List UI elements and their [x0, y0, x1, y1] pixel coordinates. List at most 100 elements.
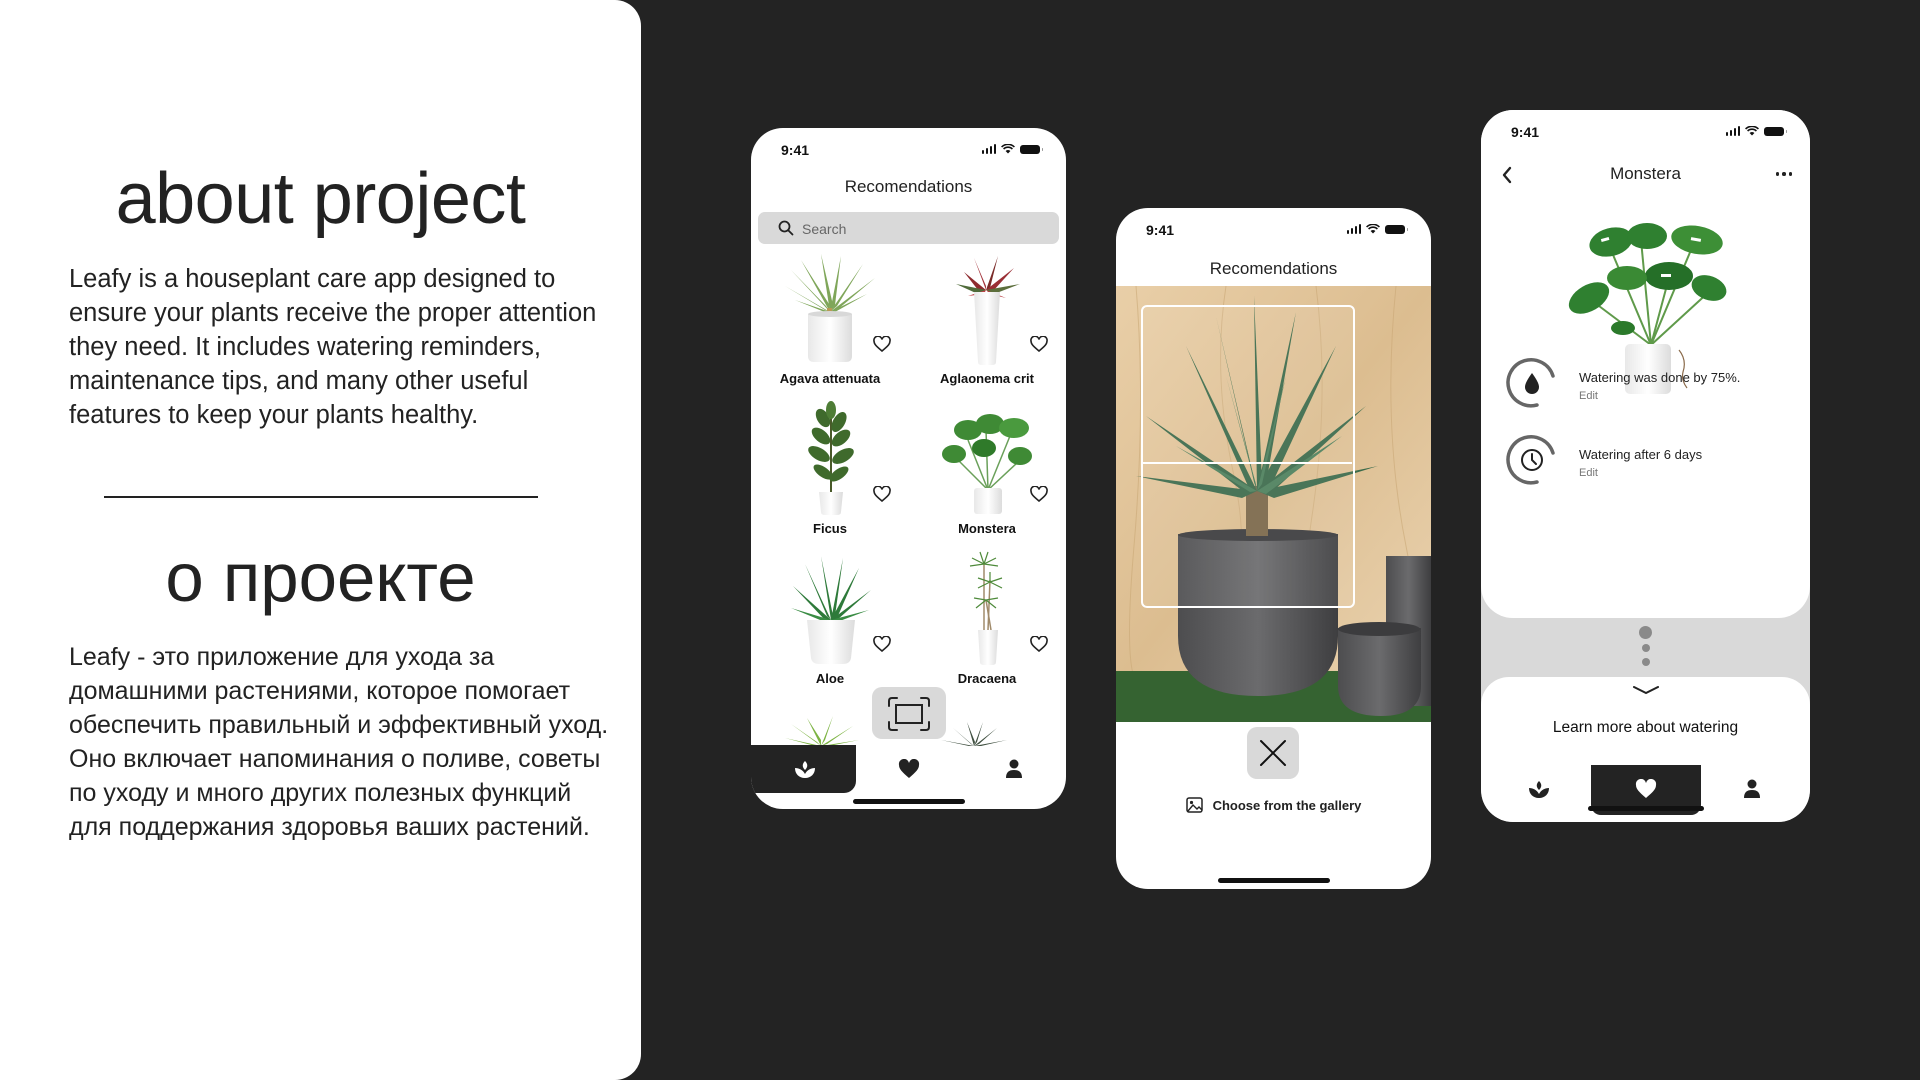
battery-icon: [1764, 126, 1787, 136]
scan-frame-icon: [888, 697, 930, 731]
plant-image-monstera: [942, 414, 1032, 514]
search-icon: [778, 220, 794, 236]
search-placeholder: Search: [802, 221, 847, 237]
heart-icon: [898, 759, 920, 778]
stat-text: Watering was done by 75%.: [1579, 370, 1741, 385]
plant-card[interactable]: Dracaena: [908, 550, 1066, 690]
plant-image-agava: [785, 254, 875, 362]
clock-icon: [1521, 449, 1543, 471]
close-button[interactable]: [1247, 727, 1299, 779]
gallery-label: Choose from the gallery: [1212, 797, 1362, 813]
edit-link[interactable]: Edit: [1579, 467, 1598, 479]
plant-image-fern: [785, 716, 859, 746]
heart-outline-icon[interactable]: [873, 336, 891, 352]
user-icon: [1006, 759, 1022, 778]
chevron-down-icon[interactable]: [1632, 685, 1660, 695]
tab-favorites[interactable]: [856, 745, 961, 793]
pager-dots: [1639, 626, 1652, 666]
heart-outline-icon[interactable]: [1030, 486, 1048, 502]
plant-card[interactable]: Monstera: [908, 400, 1066, 540]
heart-outline-icon[interactable]: [873, 636, 891, 652]
signal-icon: [1725, 126, 1740, 136]
plant-name: Ficus: [813, 521, 847, 536]
about-title-en: about project: [115, 159, 526, 239]
status-time: 9:41: [1511, 124, 1540, 140]
tab-profile[interactable]: [1701, 765, 1810, 815]
pager-dot[interactable]: [1641, 658, 1650, 666]
plant-image-haworthia: [941, 722, 1007, 746]
wifi-icon: [1001, 144, 1015, 154]
plant-image-dracaena: [969, 551, 1003, 665]
phone-plant-detail: 9:41 Monstera Watering was done by 75%. …: [1481, 110, 1810, 822]
scan-frame: [1141, 305, 1355, 608]
user-icon: [1744, 779, 1760, 798]
status-bar: 9:41: [1116, 208, 1431, 252]
watering-schedule[interactable]: Watering after 6 days Edit: [1503, 431, 1793, 491]
about-title-ru: о проекте: [165, 539, 476, 616]
plant-name: Aloe: [815, 671, 845, 686]
heart-icon: [1635, 779, 1657, 798]
scan-button[interactable]: [872, 687, 946, 739]
plant-image-aloe: [791, 556, 871, 664]
learn-more-sheet: Learn more about watering: [1481, 677, 1810, 822]
about-body-ru: Leafy - это приложение для ухода за дома…: [69, 643, 609, 841]
camera-preview-image: [1116, 286, 1431, 722]
signal-icon: [1346, 224, 1361, 234]
watering-progress[interactable]: Watering was done by 75%. Edit: [1503, 354, 1793, 414]
pager-dot[interactable]: [1641, 644, 1650, 652]
plant-name: Monstera: [958, 521, 1016, 536]
heart-outline-icon[interactable]: [873, 486, 891, 502]
battery-icon: [1385, 224, 1408, 234]
phone-scanner: 9:41 Recomendations Choose from the gall…: [1116, 208, 1431, 889]
tab-plants[interactable]: [751, 745, 856, 793]
about-body-en: Leafy is a houseplant care app designed …: [69, 265, 597, 429]
plant-icon: [795, 761, 815, 778]
image-icon: [1185, 797, 1203, 813]
signal-icon: [981, 144, 996, 154]
plant-name: Dracaena: [957, 671, 1017, 686]
tab-plants[interactable]: [1481, 765, 1591, 815]
status-bar: 9:41: [751, 128, 1066, 172]
heart-outline-icon[interactable]: [1030, 636, 1048, 652]
screen-title: Monstera: [1610, 164, 1681, 183]
section-divider: [104, 496, 538, 498]
plant-card[interactable]: Agava attenuata: [751, 250, 909, 390]
stat-text: Watering after 6 days: [1579, 447, 1703, 462]
plant-name: Aglaonema crit: [940, 371, 1034, 386]
phone-recommendations: 9:41 Recomendations Search Agava attenua…: [751, 128, 1066, 809]
screen-title: Recomendations: [1209, 259, 1338, 278]
edit-link[interactable]: Edit: [1579, 390, 1598, 402]
status-time: 9:41: [781, 142, 810, 158]
search-input[interactable]: Search: [758, 212, 1059, 244]
home-indicator: [852, 799, 965, 804]
learn-more-link[interactable]: Learn more about watering: [1481, 719, 1810, 737]
about-panel: about project Leafy is a houseplant care…: [0, 0, 641, 1080]
pager-dot-active[interactable]: [1639, 626, 1652, 639]
plant-card[interactable]: Aloe: [751, 550, 909, 690]
home-indicator: [1587, 806, 1704, 811]
plant-card[interactable]: Ficus: [751, 400, 909, 540]
choose-gallery-button[interactable]: Choose from the gallery: [1116, 797, 1431, 813]
camera-viewfinder[interactable]: [1116, 286, 1431, 722]
wifi-icon: [1745, 126, 1759, 136]
bottom-tab-bar: [751, 745, 1066, 795]
progress-ring: [1506, 358, 1555, 408]
water-drop-icon: [1525, 373, 1539, 394]
heart-outline-icon[interactable]: [1030, 336, 1048, 352]
home-indicator: [1217, 878, 1330, 883]
plant-image-aglaonema: [956, 256, 1020, 365]
close-icon: [1260, 740, 1286, 766]
tab-profile[interactable]: [961, 745, 1066, 793]
detail-card: 9:41 Monstera Watering was done by 75%. …: [1481, 110, 1810, 618]
plant-image-ficus: [808, 401, 854, 515]
more-horizontal-icon[interactable]: [1775, 172, 1792, 176]
wifi-icon: [1366, 224, 1380, 234]
plant-name: Agava attenuata: [779, 371, 881, 386]
screen-title: Recomendations: [844, 177, 973, 196]
progress-ring: [1506, 435, 1555, 485]
status-bar: 9:41: [1481, 110, 1810, 154]
plant-card[interactable]: Aglaonema crit: [908, 250, 1066, 390]
plant-icon: [1529, 781, 1549, 798]
status-time: 9:41: [1146, 222, 1175, 238]
battery-icon: [1020, 144, 1043, 154]
